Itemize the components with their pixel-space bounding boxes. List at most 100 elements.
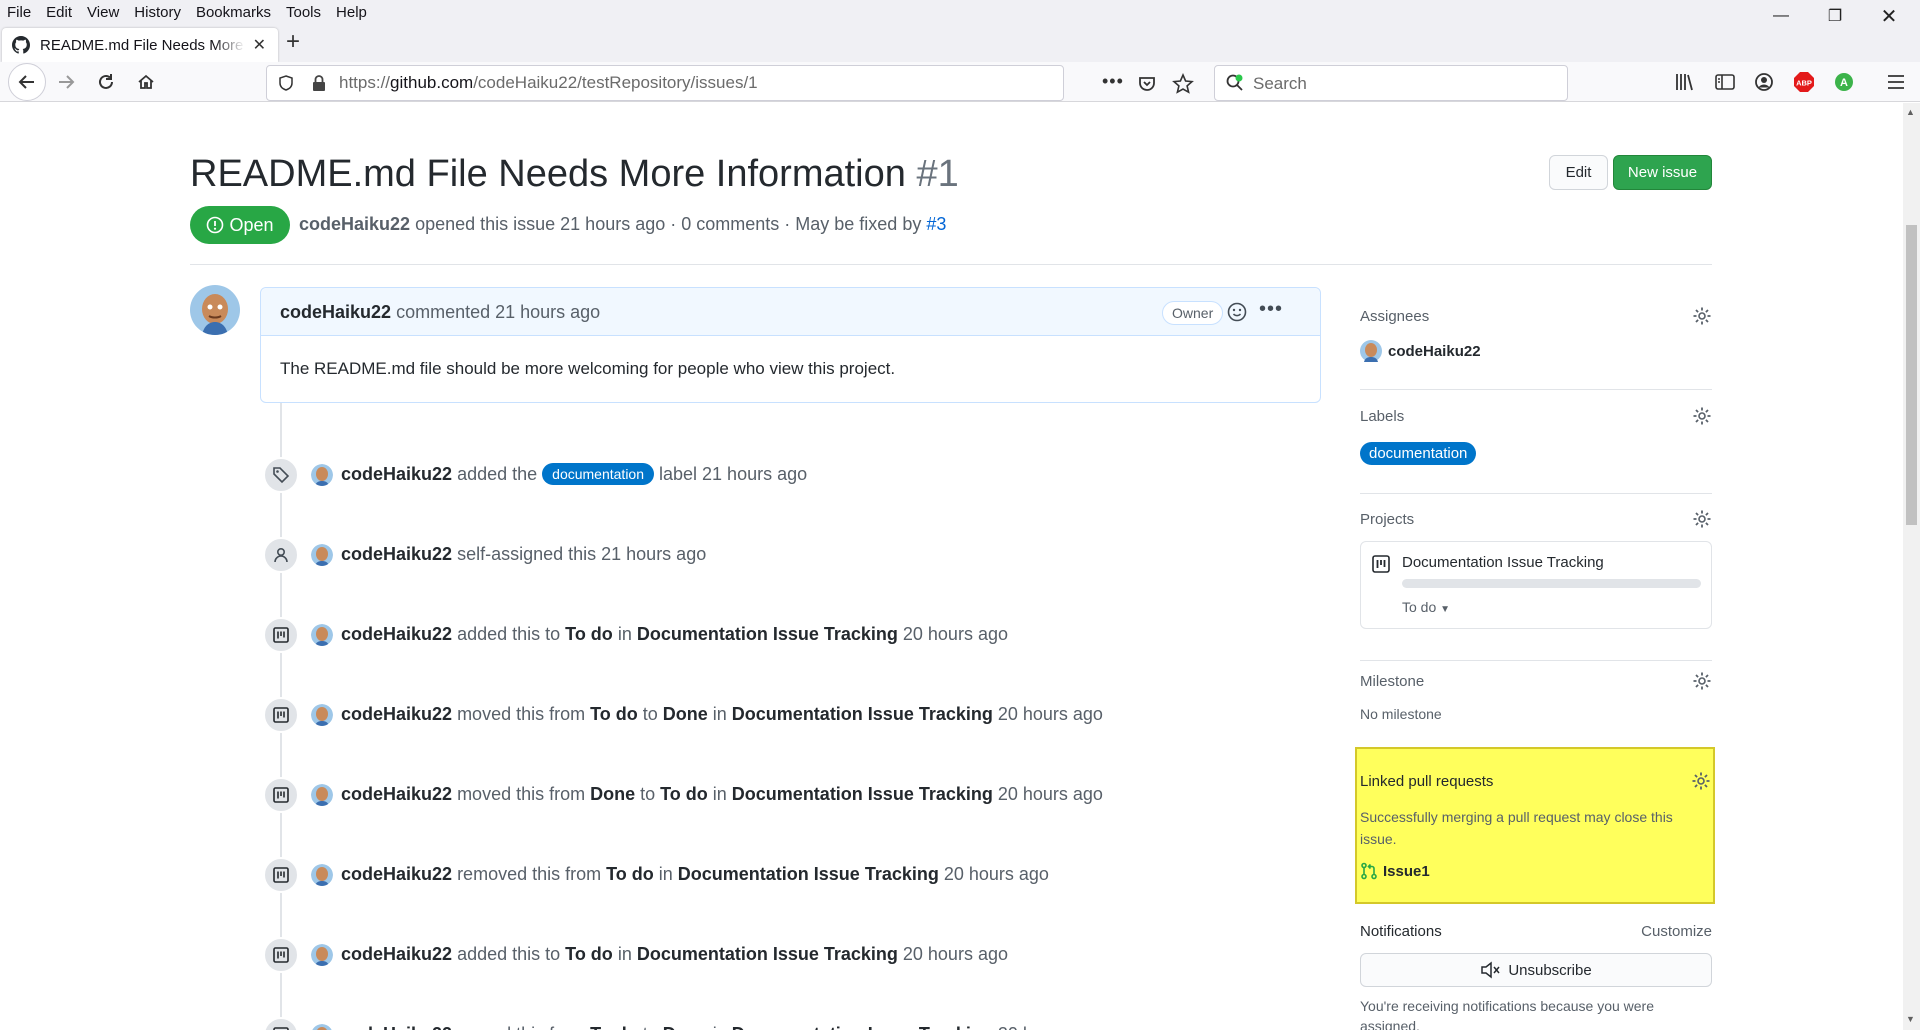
avatar[interactable]: [311, 544, 333, 566]
event-author-link[interactable]: codeHaiku22: [341, 1024, 452, 1030]
pocket-icon[interactable]: [1137, 74, 1157, 94]
unsubscribe-button[interactable]: Unsubscribe: [1360, 953, 1712, 987]
menu-edit[interactable]: Edit: [39, 4, 80, 21]
shield-icon[interactable]: [277, 74, 295, 92]
avatar[interactable]: [311, 704, 333, 726]
issue-comment: codeHaiku22 commented 21 hours ago Owner…: [260, 287, 1321, 403]
event-target: Done: [662, 704, 708, 724]
timeline-event: codeHaiku22 moved this from To do to Don…: [263, 1017, 1323, 1030]
timeline-event-text: codeHaiku22 moved this from To do to Don…: [341, 1024, 1103, 1030]
menu-history[interactable]: History: [127, 4, 189, 21]
issue-open-icon: [207, 216, 224, 234]
extension-a-icon[interactable]: A: [1832, 70, 1856, 94]
reload-icon[interactable]: [90, 66, 122, 98]
comment-author-line: codeHaiku22 commented 21 hours ago: [280, 302, 601, 322]
page-content: README.md File Needs More Information #1…: [0, 103, 1920, 1030]
comment-options-icon[interactable]: •••: [1259, 298, 1283, 321]
menu-view[interactable]: View: [80, 4, 127, 21]
event-author-link[interactable]: codeHaiku22: [341, 544, 452, 564]
label-documentation[interactable]: documentation: [542, 463, 654, 486]
event-target: Documentation Issue Tracking: [731, 704, 993, 724]
avatar[interactable]: [190, 285, 240, 335]
scroll-up-icon[interactable]: ▲: [1906, 107, 1915, 117]
event-author-link[interactable]: codeHaiku22: [341, 784, 452, 804]
account-icon[interactable]: [1752, 70, 1776, 94]
project-icon: [263, 937, 299, 973]
project-icon: [263, 1017, 299, 1030]
gear-icon[interactable]: [1691, 771, 1711, 791]
menu-file[interactable]: File: [0, 4, 39, 21]
browser-tab[interactable]: README.md File Needs More I ✕: [2, 28, 278, 62]
comment-header: codeHaiku22 commented 21 hours ago Owner…: [261, 288, 1320, 336]
forward-icon[interactable]: [50, 66, 82, 98]
comment-author-link[interactable]: codeHaiku22: [280, 302, 391, 322]
avatar[interactable]: [311, 1024, 333, 1030]
avatar[interactable]: [311, 864, 333, 886]
linked-pr-link[interactable]: #3: [926, 214, 946, 234]
event-target: Documentation Issue Tracking: [677, 864, 939, 884]
sidebar-icon[interactable]: [1713, 70, 1737, 94]
edit-button[interactable]: Edit: [1549, 155, 1608, 190]
page-actions-icon[interactable]: •••: [1102, 71, 1124, 92]
scrollbar-thumb[interactable]: [1906, 225, 1917, 525]
customize-link[interactable]: Customize: [1641, 923, 1712, 940]
svg-text:ABP: ABP: [1796, 79, 1812, 88]
event-author-link[interactable]: codeHaiku22: [341, 944, 452, 964]
timeline-event-text: codeHaiku22 added the documentation labe…: [341, 463, 808, 486]
project-icon: [263, 777, 299, 813]
bookmark-star-icon[interactable]: [1172, 73, 1194, 95]
event-target: Documentation Issue Tracking: [731, 784, 993, 804]
event-target: Documentation Issue Tracking: [636, 944, 898, 964]
issue-author-link[interactable]: codeHaiku22: [299, 214, 410, 234]
lock-icon[interactable]: [311, 74, 327, 92]
milestone-heading: Milestone: [1360, 673, 1425, 690]
search-bar[interactable]: Search: [1214, 65, 1568, 101]
gear-icon[interactable]: [1692, 671, 1712, 691]
add-reaction-icon[interactable]: [1226, 301, 1248, 323]
avatar[interactable]: [311, 784, 333, 806]
menu-tools[interactable]: Tools: [279, 4, 329, 21]
url-bar[interactable]: https://github.com/codeHaiku22/testRepos…: [266, 65, 1194, 101]
scrollbar[interactable]: ▲ ▼: [1903, 103, 1920, 1030]
avatar[interactable]: [311, 944, 333, 966]
menu-bar: File Edit View History Bookmarks Tools H…: [0, 0, 1920, 24]
event-target: To do: [565, 944, 613, 964]
adblock-icon[interactable]: ABP: [1792, 70, 1816, 94]
gear-icon[interactable]: [1692, 509, 1712, 529]
library-icon[interactable]: [1673, 70, 1697, 94]
project-card[interactable]: Documentation Issue Tracking To do ▼: [1360, 541, 1712, 629]
notifications-heading: Notifications: [1360, 923, 1442, 940]
event-target: Documentation Issue Tracking: [636, 624, 898, 644]
issue-state-text: Open: [229, 214, 274, 235]
new-issue-button[interactable]: New issue: [1613, 155, 1712, 190]
event-author-link[interactable]: codeHaiku22: [341, 864, 452, 884]
menu-bookmarks[interactable]: Bookmarks: [189, 4, 279, 21]
avatar: [1360, 340, 1382, 362]
back-icon[interactable]: [8, 63, 46, 101]
avatar[interactable]: [311, 464, 333, 486]
menu-help[interactable]: Help: [329, 4, 375, 21]
linked-pr-heading: Linked pull requests: [1360, 773, 1494, 790]
new-tab-icon[interactable]: +: [286, 28, 300, 56]
close-tab-icon[interactable]: ✕: [253, 35, 266, 55]
gear-icon[interactable]: [1692, 406, 1712, 426]
timeline-event: codeHaiku22 moved this from To do to Don…: [263, 697, 1323, 733]
projects-heading: Projects: [1360, 511, 1415, 528]
label-documentation[interactable]: documentation: [1360, 442, 1477, 465]
home-icon[interactable]: [130, 66, 162, 98]
sidebar-labels: Labels documentation: [1360, 406, 1712, 494]
project-name[interactable]: Documentation Issue Tracking: [1402, 554, 1604, 571]
header-divider: [190, 264, 1712, 265]
assignee-item[interactable]: codeHaiku22: [1360, 340, 1481, 362]
project-column-dropdown[interactable]: To do ▼: [1402, 599, 1450, 615]
assignee-name: codeHaiku22: [1388, 342, 1481, 360]
event-author-link[interactable]: codeHaiku22: [341, 624, 452, 644]
linked-pr-item[interactable]: Issue1: [1360, 862, 1430, 880]
scroll-down-icon[interactable]: ▼: [1906, 1014, 1915, 1024]
event-author-link[interactable]: codeHaiku22: [341, 464, 452, 484]
timeline-event: codeHaiku22 self-assigned this 21 hours …: [263, 537, 1323, 573]
hamburger-menu-icon[interactable]: [1884, 70, 1908, 94]
avatar[interactable]: [311, 624, 333, 646]
gear-icon[interactable]: [1692, 306, 1712, 326]
event-author-link[interactable]: codeHaiku22: [341, 704, 452, 724]
